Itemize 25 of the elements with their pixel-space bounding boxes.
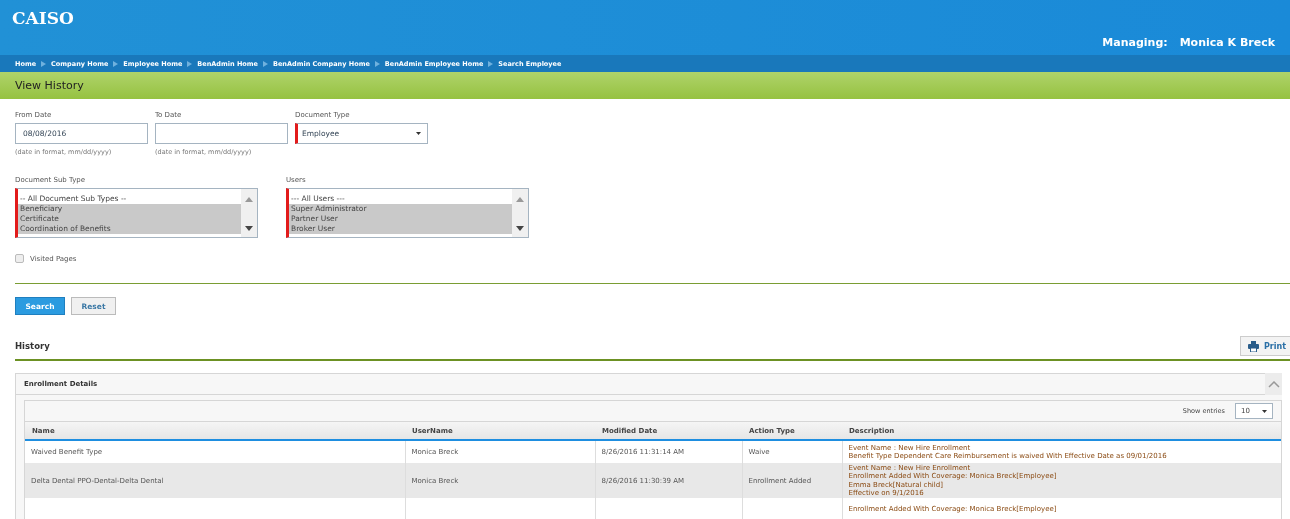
collapse-button[interactable]: [1265, 373, 1282, 395]
scrollbar[interactable]: [512, 189, 528, 237]
caret-icon: [416, 132, 421, 135]
scroll-up-icon[interactable]: [516, 197, 524, 202]
scrollbar[interactable]: [241, 189, 257, 237]
managing-label: Managing:: [1102, 36, 1168, 49]
breadcrumb-separator-icon: [488, 60, 494, 67]
scroll-down-icon[interactable]: [245, 226, 253, 231]
scroll-down-icon[interactable]: [516, 226, 524, 231]
checkbox[interactable]: [15, 254, 24, 263]
managed-user-name: Monica K Breck: [1179, 36, 1275, 49]
print-button[interactable]: Print: [1239, 336, 1290, 356]
printer-icon: [1247, 340, 1259, 352]
chevron-up-icon: [1267, 380, 1280, 388]
logo: CAISO: [12, 8, 74, 28]
breadcrumb-separator-icon: [374, 60, 380, 67]
breadcrumb-separator-icon: [41, 60, 47, 67]
to-date-field[interactable]: [155, 123, 288, 144]
breadcrumb-separator-icon: [263, 60, 268, 67]
caret-icon: [1262, 409, 1267, 413]
section-title: History: [15, 341, 50, 351]
breadcrumb-separator-icon: [187, 60, 193, 67]
scroll-up-icon[interactable]: [245, 197, 253, 202]
page-title: View History: [15, 79, 84, 92]
breadcrumb-separator-icon: [113, 60, 119, 67]
